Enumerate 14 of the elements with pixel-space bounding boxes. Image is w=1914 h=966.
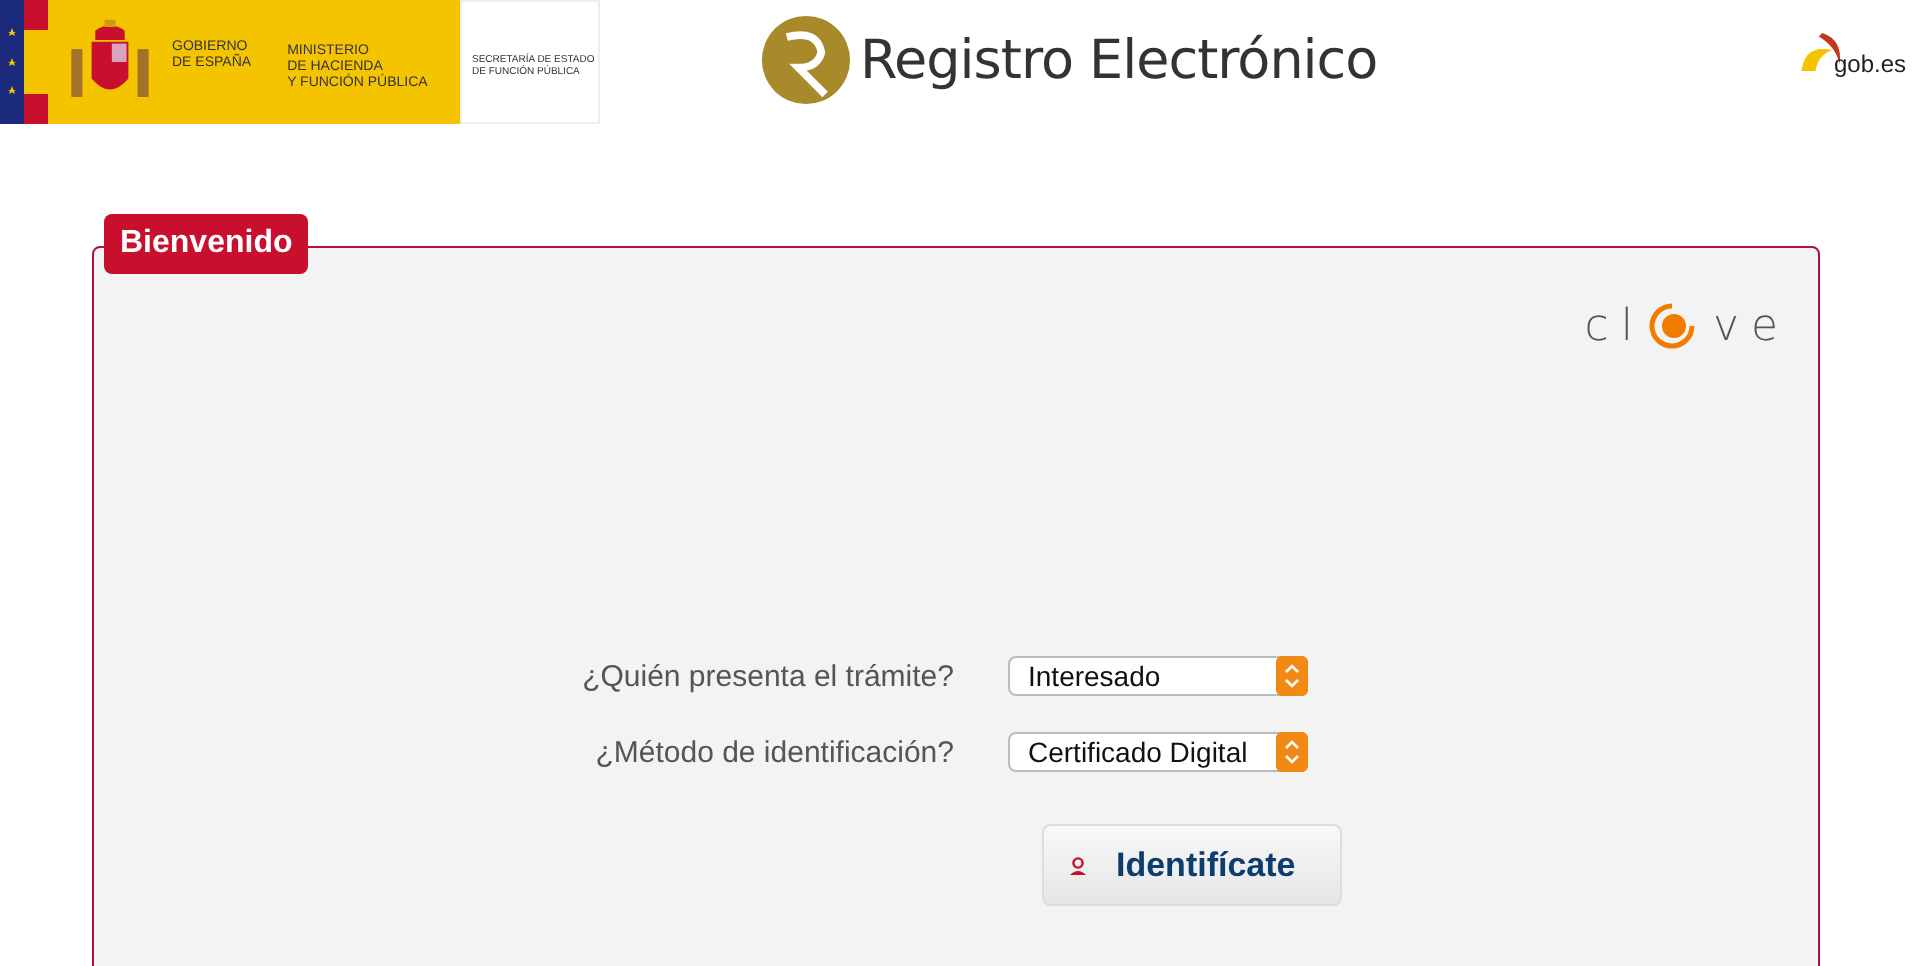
person-icon xyxy=(1068,855,1088,875)
logo-text: ve xyxy=(1712,301,1790,351)
updown-icon xyxy=(1276,732,1308,772)
portal-logo: gob.es xyxy=(1833,50,1906,78)
app-title: Registro Electrónico xyxy=(860,29,1378,91)
field-label: ¿Quién presenta el trámite? xyxy=(580,659,954,693)
panel-legend: Bienvenido xyxy=(104,214,309,274)
logo-text: cl xyxy=(1584,301,1645,351)
field-label: ¿Método de identificación? xyxy=(593,735,954,769)
select-field[interactable]: Certificado Digital xyxy=(1008,732,1308,772)
select-field[interactable]: Interesado xyxy=(1008,656,1308,696)
registry-logo-icon xyxy=(760,14,852,106)
identify-button[interactable]: Identifícate xyxy=(1042,824,1342,906)
updown-icon xyxy=(1276,656,1308,696)
